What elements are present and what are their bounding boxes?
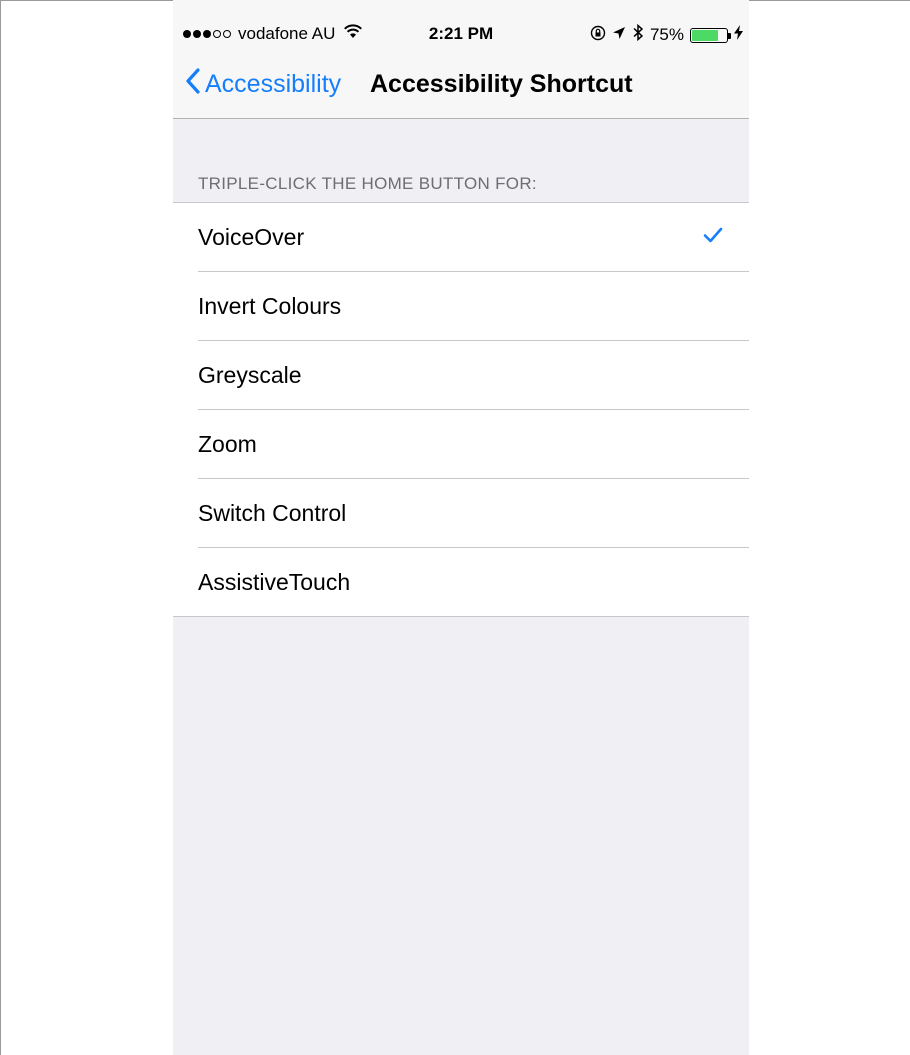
chevron-left-icon — [185, 67, 201, 101]
section-header: TRIPLE-CLICK THE HOME BUTTON FOR: — [198, 174, 537, 193]
option-label: AssistiveTouch — [198, 568, 351, 595]
checkmark-icon — [703, 227, 723, 248]
option-invert-colours[interactable]: Invert Colours — [198, 272, 749, 341]
back-button[interactable]: Accessibility — [185, 64, 341, 104]
back-button-label: Accessibility — [205, 69, 342, 98]
option-label: Invert Colours — [198, 292, 342, 319]
option-label: Greyscale — [198, 361, 302, 388]
option-label: Switch Control — [198, 499, 347, 526]
navigation-bar: vodafone AU 2:21 PM 75% Accessibility Ac… — [173, 0, 749, 119]
orientation-lock-icon — [590, 25, 606, 46]
battery-level — [692, 29, 718, 41]
charging-icon — [734, 25, 743, 45]
option-switch-control[interactable]: Switch Control — [198, 479, 749, 548]
bluetooth-icon — [632, 23, 644, 46]
frame-border-left — [0, 0, 1, 1055]
location-icon — [612, 25, 626, 45]
option-voiceover[interactable]: VoiceOver — [198, 203, 749, 272]
status-right: 75% — [590, 23, 743, 46]
battery-icon — [690, 27, 731, 43]
options-list: VoiceOver Invert Colours Greyscale Zoom … — [173, 202, 749, 617]
option-zoom[interactable]: Zoom — [198, 410, 749, 479]
page-title: Accessibility Shortcut — [370, 70, 633, 98]
option-assistivetouch[interactable]: AssistiveTouch — [198, 548, 749, 616]
battery-percent: 75% — [649, 25, 684, 44]
option-label: Zoom — [198, 430, 257, 457]
option-greyscale[interactable]: Greyscale — [198, 341, 749, 410]
phone-screen: vodafone AU 2:21 PM 75% Accessibility Ac… — [173, 0, 749, 1055]
option-label: VoiceOver — [198, 223, 305, 250]
status-bar: vodafone AU 2:21 PM 75% — [173, 22, 749, 50]
